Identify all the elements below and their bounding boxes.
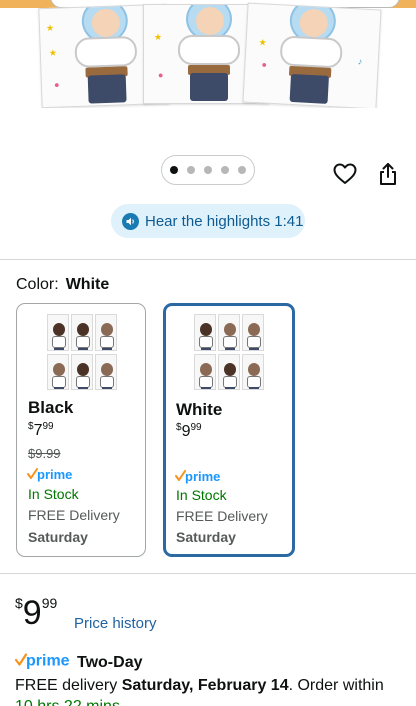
- hear-highlights-label: Hear the highlights 1:41: [145, 212, 304, 230]
- star-decoration: ★: [45, 22, 55, 34]
- music-note-decoration: ♪: [357, 56, 363, 67]
- buybox-price: $999: [15, 594, 58, 632]
- delivery-date: Saturday, February 14: [121, 677, 289, 694]
- carousel-dot[interactable]: [170, 166, 178, 174]
- share-icon[interactable]: [374, 160, 402, 188]
- variant-thumbnail: [194, 314, 264, 390]
- variant-thumbnail: [47, 314, 117, 390]
- svg-text:prime: prime: [26, 653, 70, 670]
- audio-icon: [122, 212, 139, 230]
- pacifier-decoration: ●: [53, 79, 60, 90]
- prime-logo: prime: [27, 466, 77, 487]
- product-image[interactable]: ★ ● ★ ★ ● ★ ★ ● ♪: [0, 0, 416, 108]
- variant-delivery: FREE Delivery: [28, 507, 120, 523]
- baby-illustration: [272, 2, 349, 105]
- variant-delivery: FREE Delivery: [176, 508, 268, 524]
- variant-was-price: $9.99: [28, 446, 61, 461]
- baby-illustration: [172, 5, 244, 101]
- svg-text:prime: prime: [37, 467, 72, 482]
- color-option-white[interactable]: White $999 prime In Stock FREE Delivery …: [163, 303, 295, 557]
- selected-color-value: White: [65, 276, 110, 293]
- variant-stock-status: In Stock: [176, 487, 227, 503]
- variant-name: White: [176, 400, 223, 419]
- variant-stock-status: In Stock: [28, 486, 79, 502]
- prime-logo: prime: [175, 468, 225, 489]
- variant-price: $999: [176, 422, 202, 440]
- pacifier-decoration: ●: [158, 70, 164, 80]
- variant-delivery-day: Saturday: [176, 529, 236, 545]
- section-divider: [0, 573, 416, 574]
- pacifier-decoration: ●: [261, 59, 268, 70]
- section-divider: [0, 259, 416, 260]
- star-decoration: ★: [154, 32, 163, 42]
- heart-icon[interactable]: [331, 160, 359, 188]
- image-carousel-dots[interactable]: [161, 155, 255, 185]
- variant-delivery-day: Saturday: [28, 529, 88, 545]
- baby-illustration: [67, 3, 142, 104]
- star-decoration: ★: [258, 37, 267, 48]
- prime-speed: Two-Day: [77, 653, 143, 671]
- variant-name: Black: [28, 398, 74, 417]
- prime-logo: prime: [14, 651, 73, 674]
- product-card-image: ★ ● ♪: [242, 2, 382, 108]
- carousel-dot[interactable]: [238, 166, 246, 174]
- order-countdown: 10 hrs 22 mins: [15, 698, 120, 706]
- carousel-dot[interactable]: [204, 166, 212, 174]
- delivery-message: FREE delivery Saturday, February 14. Ord…: [15, 677, 384, 694]
- carousel-dot[interactable]: [221, 166, 229, 174]
- price-history-link[interactable]: Price history: [74, 615, 157, 632]
- variant-price: $799: [28, 421, 54, 439]
- prime-two-day-row: prime Two-Day: [14, 651, 143, 674]
- star-decoration: ★: [48, 47, 58, 58]
- color-label: Color:: [16, 276, 59, 293]
- carousel-dot[interactable]: [187, 166, 195, 174]
- hear-highlights-button[interactable]: Hear the highlights 1:41: [111, 204, 305, 238]
- color-label-row: Color: White: [16, 276, 109, 294]
- svg-text:prime: prime: [185, 469, 220, 484]
- color-option-black[interactable]: Black $799 $9.99 prime In Stock FREE Del…: [16, 303, 146, 557]
